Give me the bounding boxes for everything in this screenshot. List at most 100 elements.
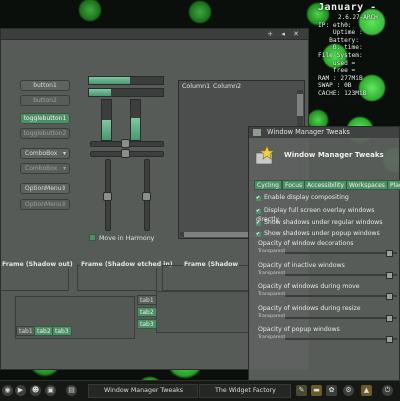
conky-line: Uptime : (318, 29, 363, 37)
tab-accessibility[interactable]: Accessibility (304, 180, 347, 190)
opacity-decorations: Opacity of window decorations Transparent (258, 240, 397, 257)
updown-icon: ⇕ (60, 201, 66, 208)
opacity-label: Opacity of windows during move (258, 283, 360, 290)
app-icon (253, 129, 261, 136)
progressbar-vertical-2 (130, 99, 141, 141)
play-icon[interactable]: ▶ (15, 385, 26, 396)
opacity-slider[interactable] (285, 315, 397, 322)
opacity-resize: Opacity of windows during resize Transpar… (258, 305, 397, 322)
transparent-label: Transparent (258, 271, 286, 276)
widget-factory-titlebar[interactable]: + ◂ ✕ (1, 29, 308, 40)
transparent-label: Transparent (258, 314, 286, 319)
vscale-1[interactable] (103, 159, 112, 231)
tab-focus[interactable]: Focus (282, 180, 306, 190)
opacity-slider[interactable] (285, 250, 397, 257)
combobox-1[interactable]: ComboBox ▾ (20, 148, 70, 159)
check-fullscreen-overlay[interactable]: ✔ Display full screen overlay windows dir… (256, 206, 399, 223)
conky-line: B. time: (318, 44, 363, 52)
slider-knob[interactable] (142, 192, 151, 201)
vscale-2[interactable] (142, 159, 151, 231)
check-shadows-regular[interactable]: ✔ Show shadows under regular windows (256, 218, 382, 227)
wm-tweaks-titlebar[interactable]: Window Manager Tweaks (249, 127, 399, 138)
tray-icon[interactable]: ▲ (361, 385, 372, 396)
slider-knob[interactable] (103, 192, 112, 201)
checkbox-label: Move in Harmony (99, 235, 155, 242)
scrollbar-thumb[interactable] (297, 94, 303, 116)
terminal-icon[interactable]: ▣ (45, 385, 56, 396)
check-icon[interactable]: ✔ (256, 232, 261, 237)
progress-fill (102, 120, 111, 140)
wm-tweaks-header-title: Window Manager Tweaks (284, 151, 384, 159)
taskbar-task-wm-tweaks[interactable]: Window Manager Tweaks (88, 384, 198, 398)
progress-fill (131, 118, 140, 140)
frame-shadow-etched-in-label: Frame (Shadow etched in) (80, 261, 174, 268)
menu-icon[interactable]: ◉ (2, 385, 13, 396)
check-icon[interactable]: ✔ (256, 196, 261, 201)
tab-bottom-1[interactable]: tab1 (16, 326, 36, 336)
wm-tweaks-title: Window Manager Tweaks (267, 128, 350, 136)
slider-knob[interactable] (385, 315, 393, 322)
taskbar-task-widget-factory[interactable]: The Widget Factory (199, 384, 291, 398)
hscale-1[interactable] (90, 139, 164, 148)
folder-icon[interactable]: ▬ (311, 385, 322, 396)
updown-icon: ⇕ (60, 185, 66, 192)
task-label: Window Manager Tweaks (104, 387, 184, 394)
tab-placement[interactable]: Plac (387, 180, 400, 190)
check-enable-compositing[interactable]: ✔ Enable display compositing (256, 193, 349, 202)
window-control-buttons[interactable]: + ◂ ✕ (267, 29, 302, 39)
checkbox-box[interactable] (89, 234, 96, 241)
button2[interactable]: button2 (20, 95, 70, 106)
column-header-1[interactable]: Column1 (182, 83, 210, 90)
tab-side-1[interactable]: tab1 (137, 295, 157, 305)
opacity-slider[interactable] (285, 272, 397, 279)
tab-cycling[interactable]: Cycling (254, 180, 282, 190)
optionmenu-2[interactable]: OptionMenu ⇕ (20, 199, 70, 210)
check-icon[interactable]: ✔ (256, 209, 261, 214)
slider-knob[interactable] (385, 272, 393, 279)
conky-date: January - (318, 2, 377, 13)
conky-line: File System: (318, 51, 363, 59)
notes-icon[interactable]: ✎ (296, 385, 307, 396)
tab-side-3[interactable]: tab3 (137, 319, 157, 329)
move-in-harmony-checkbox[interactable]: Move in Harmony (89, 234, 154, 242)
tab-workspaces[interactable]: Workspaces (346, 180, 388, 190)
opacity-slider[interactable] (285, 336, 397, 343)
optionmenu-label: OptionMenu (25, 201, 62, 208)
folder-icon[interactable]: ▤ (66, 385, 77, 396)
opacity-inactive: Opacity of inactive windows Transparent (258, 262, 397, 279)
tab-bottom-2[interactable]: tab2 (34, 326, 54, 336)
progressbar-horizontal-2 (88, 88, 164, 97)
slider-knob[interactable] (121, 139, 130, 148)
chevron-down-icon: ▾ (62, 150, 66, 157)
togglebutton2[interactable]: togglebutton2 (20, 128, 70, 139)
power-icon[interactable]: ⏻ (382, 385, 393, 396)
gimp-icon[interactable]: ✿ (326, 385, 337, 396)
opacity-popup: Opacity of popup windows Transparent (258, 326, 397, 343)
settings-icon[interactable]: ⚙ (343, 385, 354, 396)
tab-bottom-3[interactable]: tab3 (52, 326, 72, 336)
frame-shadow-etched-in (77, 265, 157, 291)
progressbar-horizontal-1 (88, 76, 164, 85)
slider-knob[interactable] (121, 149, 130, 158)
togglebutton1[interactable]: togglebutton1 (20, 113, 70, 124)
frame-shadow-out-label: Frame (Shadow out) (1, 261, 74, 268)
combobox-2[interactable]: ComboBox ▾ (20, 163, 70, 174)
hscale-2[interactable] (90, 149, 164, 158)
button1[interactable]: button1 (20, 80, 70, 91)
check-icon[interactable]: ✔ (256, 221, 261, 226)
task-label: The Widget Factory (215, 387, 276, 394)
opacity-slider[interactable] (285, 293, 397, 300)
slider-knob[interactable] (385, 250, 393, 257)
slider-knob[interactable] (385, 336, 393, 343)
tab-side-2[interactable]: tab2 (137, 307, 157, 317)
conky-line: SWAP : 0B (318, 82, 352, 90)
check-label: Show shadows under popup windows (264, 230, 380, 237)
chevron-down-icon: ▾ (62, 165, 66, 172)
optionmenu-1[interactable]: OptionMenu ⇕ (20, 183, 70, 194)
check-label: Enable display compositing (264, 194, 349, 201)
check-shadows-popup[interactable]: ✔ Show shadows under popup windows (256, 229, 380, 238)
column-header-2[interactable]: Column2 (213, 83, 241, 90)
slider-knob[interactable] (385, 293, 393, 300)
tux-icon[interactable]: ☻ (30, 385, 41, 396)
frame-shadow-out (0, 265, 69, 291)
